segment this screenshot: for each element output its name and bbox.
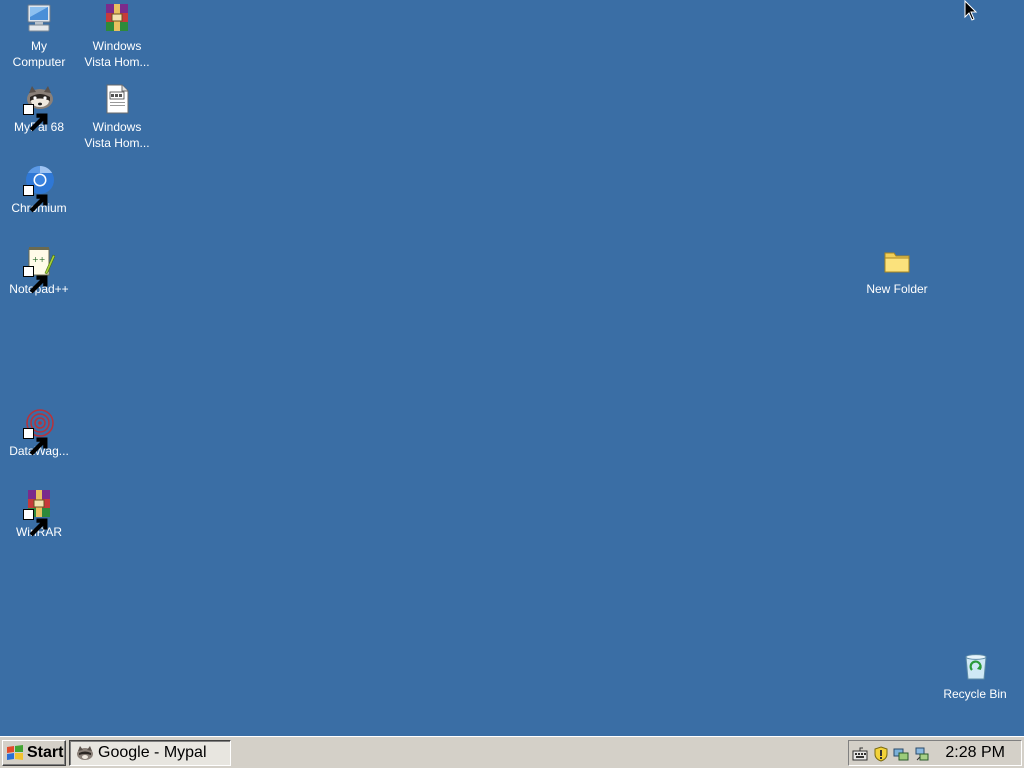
- system-tray: 2:28 PM: [848, 740, 1022, 766]
- keyboard-icon[interactable]: [852, 746, 868, 762]
- folder-icon: [881, 245, 913, 277]
- icon-label: Recycle Bin: [943, 687, 1007, 701]
- shortcut-arrow-icon: [23, 104, 48, 132]
- desktop[interactable]: My Computer Windows Vista Hom... MyPal 6…: [0, 0, 1024, 736]
- icon-label: Computer: [12, 55, 66, 69]
- computer-icon: [23, 2, 55, 34]
- datawag-icon: [23, 407, 55, 456]
- icon-label: Vista Hom...: [84, 55, 150, 69]
- shortcut-arrow-icon: [23, 428, 48, 456]
- desktop-icon-my-computer[interactable]: My Computer: [1, 2, 77, 70]
- taskbar-button-google-mypal[interactable]: Google - Mypal: [69, 740, 231, 766]
- network-icon[interactable]: [893, 746, 909, 762]
- desktop-icon-mypal[interactable]: MyPal 68: [1, 83, 77, 135]
- svg-text:++: ++: [32, 255, 45, 264]
- mypal-raccoon-icon: [77, 746, 93, 760]
- chromium-icon: [23, 164, 55, 213]
- start-label: Start: [27, 744, 64, 761]
- task-label: Google - Mypal: [98, 744, 207, 761]
- desktop-icon-winrar[interactable]: WinRAR: [1, 488, 77, 540]
- start-button[interactable]: Start: [2, 740, 66, 766]
- network-connection-icon[interactable]: [914, 746, 930, 762]
- document-icon: [101, 83, 133, 115]
- icon-label: Vista Hom...: [84, 136, 150, 150]
- taskbar: Start Google - Mypal 2:28 PM: [0, 736, 1024, 768]
- mouse-cursor-icon: [964, 0, 978, 21]
- icon-label: Windows: [92, 39, 142, 53]
- winrar-archive-icon: [101, 2, 133, 34]
- notepadpp-icon: ++: [23, 245, 55, 294]
- shortcut-arrow-icon: [23, 266, 48, 294]
- icon-label: My: [31, 39, 47, 53]
- desktop-icon-notepadpp[interactable]: ++ Notepad++: [1, 245, 77, 297]
- security-shield-icon[interactable]: [873, 746, 889, 762]
- desktop-icon-chromium[interactable]: Chromium: [1, 164, 77, 216]
- desktop-icon-windows-vista-doc[interactable]: Windows Vista Hom...: [79, 83, 155, 151]
- icon-label: New Folder: [866, 282, 928, 296]
- mypal-raccoon-icon: [23, 83, 55, 132]
- winrar-icon: [23, 488, 55, 537]
- clock[interactable]: 2:28 PM: [945, 744, 1005, 762]
- desktop-icon-recycle-bin[interactable]: Recycle Bin: [937, 650, 1013, 702]
- shortcut-arrow-icon: [23, 509, 48, 537]
- windows-logo-icon: [7, 745, 23, 760]
- shortcut-arrow-icon: [23, 185, 48, 213]
- recycle-bin-icon: [959, 650, 991, 682]
- desktop-icon-windows-vista-archive[interactable]: Windows Vista Hom...: [79, 2, 155, 70]
- desktop-icon-datawag[interactable]: DataWag...: [1, 407, 77, 459]
- desktop-icon-new-folder[interactable]: New Folder: [859, 245, 935, 297]
- icon-label: Windows: [92, 120, 142, 134]
